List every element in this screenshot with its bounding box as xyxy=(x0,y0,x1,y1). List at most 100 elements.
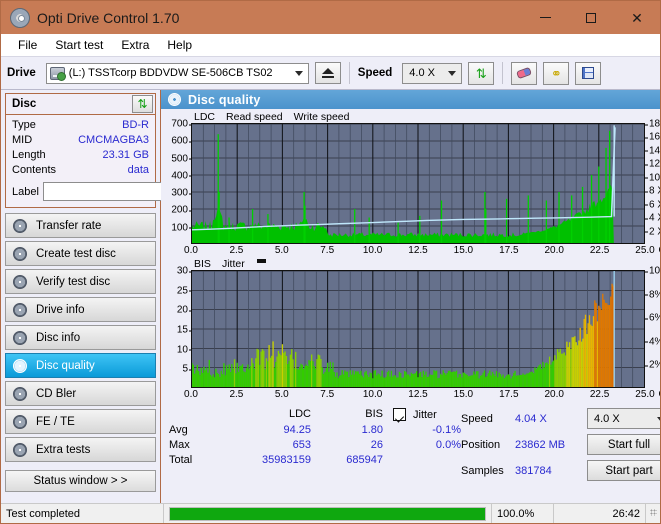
samples-value: 381784 xyxy=(515,464,552,477)
axis-tick-label: 10.0 xyxy=(362,389,383,400)
status-message: Test completed xyxy=(1,503,164,523)
maximize-button[interactable] xyxy=(568,1,614,34)
jitter-checkbox[interactable] xyxy=(393,408,406,421)
sidebar-item-create-test-disc[interactable]: Create test disc xyxy=(5,241,156,266)
axis-tick-label: 10.0 xyxy=(362,245,383,256)
window-title: Opti Drive Control 1.70 xyxy=(37,9,180,26)
stats-header-bis: BIS xyxy=(365,408,383,420)
stats-grid: LDC BIS Jitter Avg 94.25 1.80 -0.1% Max … xyxy=(169,408,461,466)
bis-x-axis: 0.0 2.5 5.0 7.5 10.0 12.5 15.0 17.5 20.0 22.5 25.0… xyxy=(184,388,660,402)
sidebar-item-transfer-rate[interactable]: Transfer rate xyxy=(5,213,156,238)
axis-tick-label: 22.5 xyxy=(589,245,610,256)
axis-tick-label: 4 X xyxy=(644,213,660,224)
disc-panel: Disc ⇅ Type BD-R MID CMCMAGBA3 Length 23… xyxy=(5,93,247,208)
status-window-button[interactable]: Status window > > xyxy=(5,470,156,492)
legend-label-write-speed: Write speed xyxy=(293,110,350,123)
axis-tick-label: 7.5 xyxy=(320,245,335,256)
axis-tick-label: 200 xyxy=(171,204,192,216)
save-icon xyxy=(582,67,595,79)
content-header: Disc quality xyxy=(161,90,660,109)
axis-tick-label: 10% xyxy=(644,266,660,277)
axis-tick-label: 0.0 xyxy=(184,389,198,400)
main-area: Disc ⇅ Type BD-R MID CMCMAGBA3 Length 23… xyxy=(1,90,660,503)
menu-extra[interactable]: Extra xyxy=(112,36,158,54)
minimize-button[interactable] xyxy=(522,1,568,34)
disc-label-key: Label xyxy=(12,185,39,198)
test-speed-select[interactable]: 4.0 X xyxy=(587,408,660,429)
axis-tick-label: 8% xyxy=(644,289,660,300)
erase-button[interactable] xyxy=(511,61,538,85)
sidebar-item-extra-tests[interactable]: Extra tests xyxy=(5,437,156,462)
disc-label-row: Label xyxy=(12,181,247,202)
close-button[interactable]: ✕ xyxy=(614,1,660,34)
stats-row-total-key: Total xyxy=(169,454,193,466)
axis-tick-label: 7.5 xyxy=(320,389,335,400)
refresh-button[interactable]: ⇅ xyxy=(468,61,495,85)
sidebar-item-label: CD Bler xyxy=(36,387,77,400)
sidebar-item-fe-te[interactable]: FE / TE xyxy=(5,409,156,434)
axis-tick-label: 500 xyxy=(171,153,192,165)
drive-icon xyxy=(49,66,66,81)
menu-start-test[interactable]: Start test xyxy=(46,36,112,54)
drive-toolbar: Drive (L:) TSSTcorp BDDVDW SE-506CB TS02… xyxy=(1,56,660,90)
disc-icon xyxy=(13,442,27,457)
sidebar-item-disc-quality[interactable]: Disc quality xyxy=(5,353,156,378)
speed-select[interactable]: 4.0 X xyxy=(402,62,463,84)
sidebar-item-verify-test-disc[interactable]: Verify test disc xyxy=(5,269,156,294)
axis-tick-label: 600 xyxy=(171,135,192,147)
axis-tick-label: 6 X xyxy=(644,199,660,210)
axis-tick-label: 400 xyxy=(171,170,192,182)
stats-avg-ldc: 94.25 xyxy=(283,424,311,436)
axis-tick-label: 20.0 xyxy=(544,245,564,256)
samples-key: Samples xyxy=(461,464,504,477)
stats-total-jitter xyxy=(383,454,461,466)
axis-tick-label: 700 xyxy=(171,118,192,130)
menu-file[interactable]: File xyxy=(9,36,46,54)
sidebar-item-cd-bler[interactable]: CD Bler xyxy=(5,381,156,406)
sidebar-item-label: Drive info xyxy=(36,303,85,316)
refresh-icon: ⇅ xyxy=(475,65,487,81)
disc-type-value: BD-R xyxy=(122,119,149,131)
disc-refresh-button[interactable]: ⇅ xyxy=(132,95,153,113)
ldc-plot-svg xyxy=(192,124,644,243)
chevron-down-icon xyxy=(448,71,457,76)
eject-button[interactable] xyxy=(314,62,341,84)
disc-info-list: Type BD-R MID CMCMAGBA3 Length 23.31 GB … xyxy=(6,115,247,207)
drive-select[interactable]: (L:) TSSTcorp BDDVDW SE-506CB TS02 xyxy=(45,62,309,84)
axis-tick-label: 20.0 xyxy=(544,389,564,400)
bookmark-button[interactable]: ⚭ xyxy=(543,61,570,85)
start-part-button[interactable]: Start part xyxy=(587,460,660,481)
sidebar-item-label: Disc quality xyxy=(36,359,95,372)
eject-icon xyxy=(321,68,334,78)
position-key: Position xyxy=(461,438,501,451)
disc-icon xyxy=(13,246,27,261)
maximize-icon xyxy=(586,12,596,23)
resize-grip[interactable] xyxy=(646,509,660,518)
axis-tick-label: 14 X xyxy=(645,145,660,156)
disc-row-contents: Contents data xyxy=(12,163,149,178)
stats-max-bis: 26 xyxy=(370,439,383,451)
axis-tick-label: 17.5 xyxy=(499,245,519,256)
axis-tick-label: 5.0 xyxy=(274,389,289,400)
ldc-y-axis-right: 2 X 4 X 6 X 8 X 10 X 12 X 14 X 16 X 18 X xyxy=(644,119,660,244)
menu-bar: File Start test Extra Help xyxy=(1,34,660,56)
start-full-button[interactable]: Start full xyxy=(587,434,660,455)
drive-select-value: (L:) TSSTcorp BDDVDW SE-506CB TS02 xyxy=(68,67,273,79)
legend-label-bis: BIS xyxy=(194,257,211,270)
axis-tick-label: 4% xyxy=(644,336,660,347)
legend-label-jitter: Jitter xyxy=(221,257,245,270)
sidebar-item-drive-info[interactable]: Drive info xyxy=(5,297,156,322)
save-button[interactable] xyxy=(575,61,602,85)
bis-chart-legend: BIS Jitter xyxy=(165,257,660,270)
disc-icon xyxy=(13,414,27,429)
refresh-icon: ⇅ xyxy=(137,97,148,111)
jitter-header: Jitter xyxy=(383,408,461,421)
stats-total-bis: 685947 xyxy=(346,454,383,466)
axis-tick-label: 100 xyxy=(171,222,192,234)
eraser-icon xyxy=(516,66,533,80)
toolbar-divider xyxy=(348,62,350,84)
menu-help[interactable]: Help xyxy=(158,36,201,54)
speed-readout-value: 4.04 X xyxy=(515,412,547,425)
sidebar-item-disc-info[interactable]: Disc info xyxy=(5,325,156,350)
drive-label: Drive xyxy=(7,67,36,79)
